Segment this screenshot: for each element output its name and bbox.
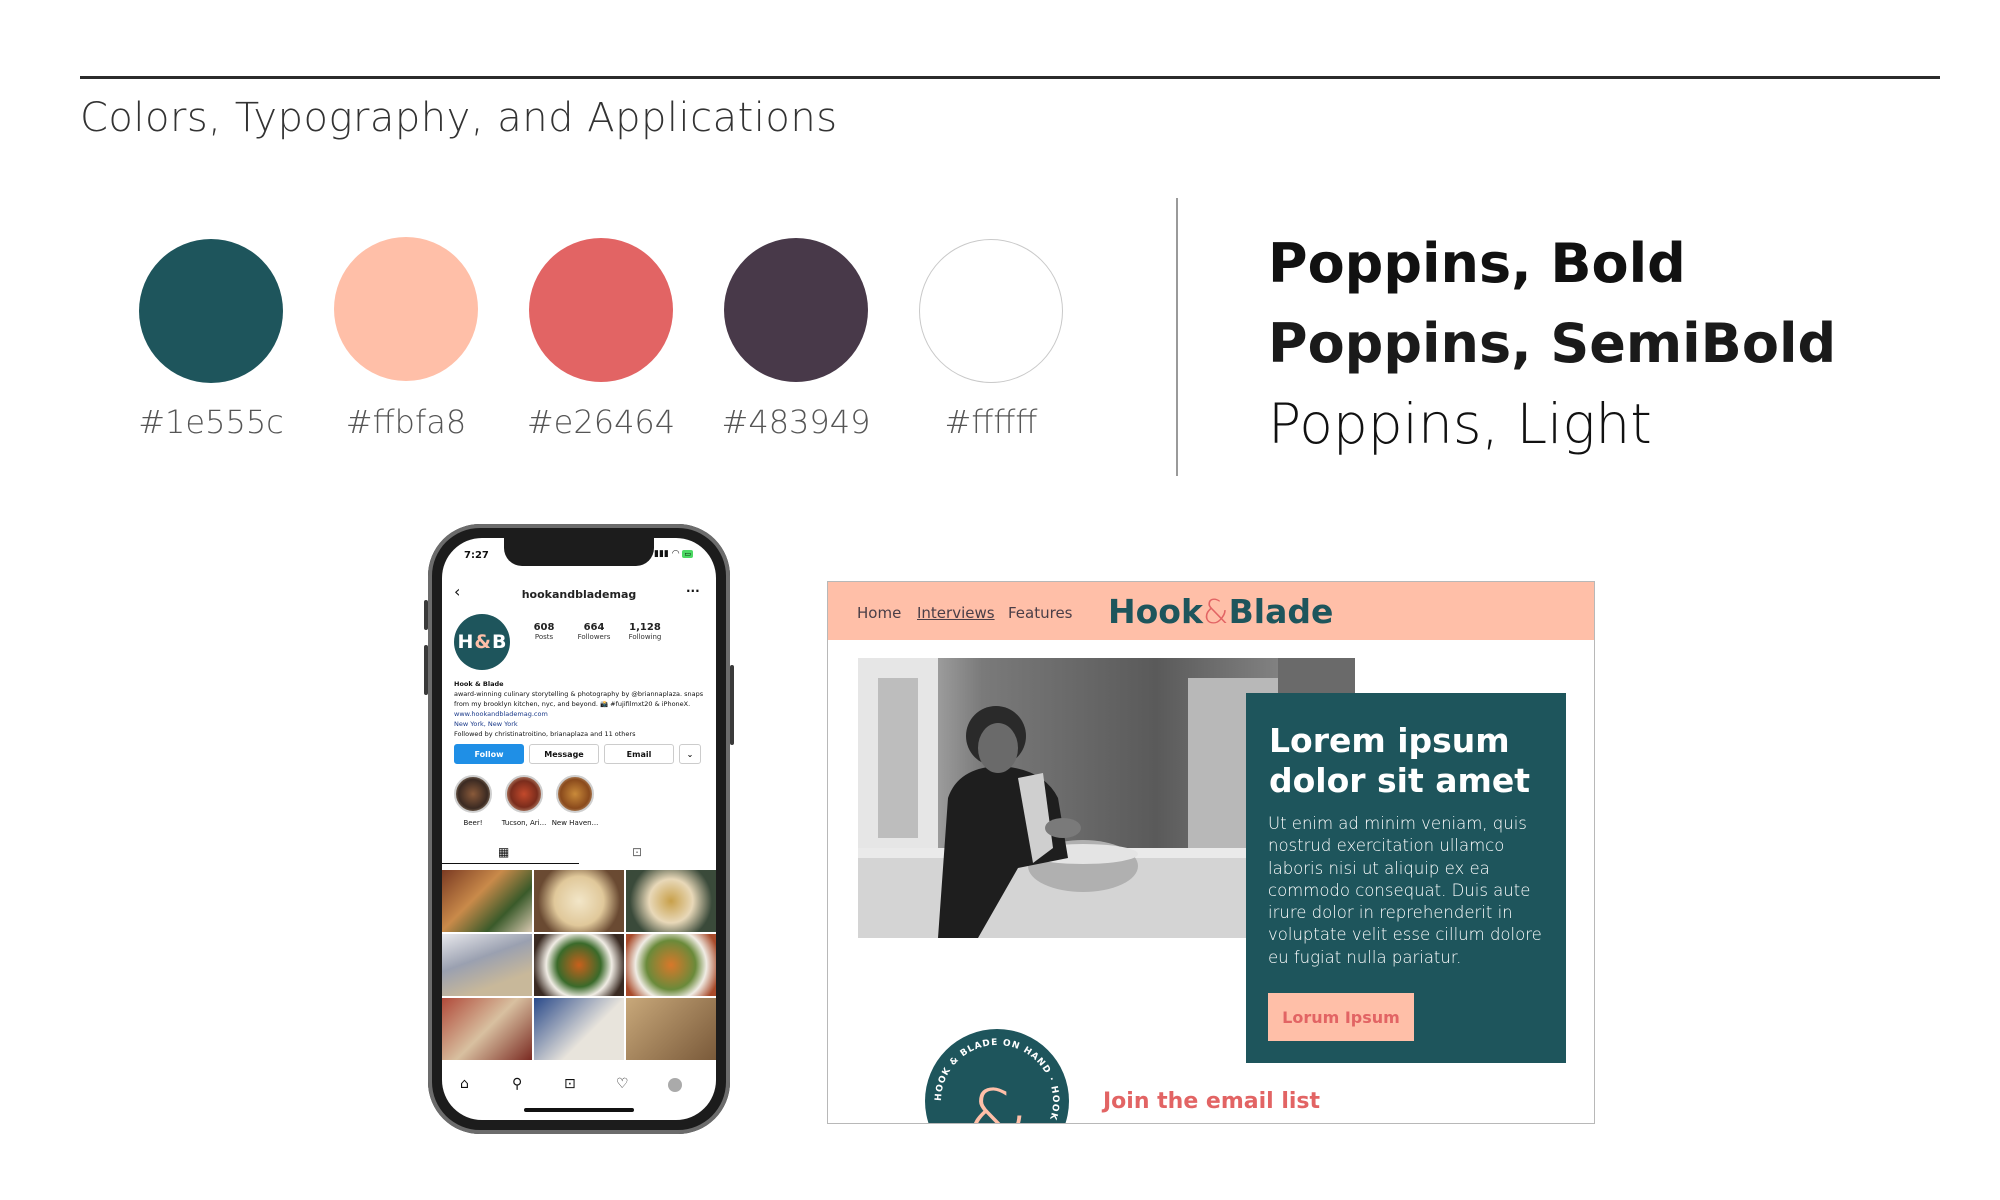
follow-button[interactable]: Follow <box>454 744 524 764</box>
page-title: Colors, Typography, and Applications <box>80 95 838 141</box>
more-options-icon[interactable]: ··· <box>686 584 700 598</box>
stat-posts-label: Posts <box>534 633 554 641</box>
site-nav-bar: Home Interviews Features Hook&Blade <box>828 582 1594 640</box>
instagram-screen: 7:27 ▮▮▮ ◠ ▭ ‹ hookandblademag ··· H & B 6… <box>442 538 716 1120</box>
bio-line: from my brooklyn kitchen, nyc, and beyon… <box>454 700 691 708</box>
grid-photo[interactable] <box>442 870 532 932</box>
status-icons: ▮▮▮ ◠ ▭ <box>654 549 694 559</box>
suggested-chevron-icon[interactable]: ⌄ <box>679 744 701 764</box>
bio-followed-by[interactable]: Followed by christinatroitino, brianapla… <box>454 729 704 739</box>
status-time: 7:27 <box>464 550 489 561</box>
photo-grid <box>442 870 716 1060</box>
highlight-beer[interactable] <box>454 775 492 813</box>
phone-power-button <box>730 665 734 745</box>
card-heading: Lorem ipsum dolor sit amet <box>1269 721 1531 800</box>
site-logo[interactable]: Hook&Blade <box>1108 592 1333 631</box>
grid-photo[interactable] <box>534 934 624 996</box>
heart-icon[interactable]: ♡ <box>616 1076 629 1092</box>
avatar-ampersand: & <box>474 631 491 653</box>
feature-card: Lorem ipsum dolor sit amet Ut enim ad mi… <box>1246 693 1566 1063</box>
swatch-label-peach: #ffbfa8 <box>345 403 467 441</box>
bio-location[interactable]: New York, New York <box>454 719 704 729</box>
badge-ampersand-icon: & <box>966 1073 1028 1124</box>
swatch-plum <box>724 238 868 382</box>
phone-mockup: 7:27 ▮▮▮ ◠ ▭ ‹ hookandblademag ··· H & B 6… <box>428 524 730 1134</box>
grid-view-icon[interactable]: ▦ <box>498 845 509 859</box>
swatch-label-teal: #1e555c <box>138 403 284 441</box>
profile-bio: Hook & Blade award-winning culinary stor… <box>454 679 704 739</box>
nav-interviews-link[interactable]: Interviews <box>917 604 995 622</box>
card-cta-button[interactable]: Lorum Ipsum <box>1268 993 1414 1041</box>
nav-home-link[interactable]: Home <box>857 604 901 622</box>
grid-photo[interactable] <box>442 998 532 1060</box>
bottom-tab-bar: ⌂ ⚲ ⊡ ♡ <box>442 1068 716 1108</box>
profile-username: hookandblademag <box>521 588 637 601</box>
stat-followers[interactable]: 664 Followers <box>569 622 619 641</box>
website-mockup: Home Interviews Features Hook&Blade Lore… <box>827 581 1595 1124</box>
swatch-white <box>919 239 1063 383</box>
section-divider <box>1176 198 1178 476</box>
swatch-teal <box>139 239 283 383</box>
highlight-tucson[interactable] <box>505 775 543 813</box>
home-indicator <box>524 1108 634 1112</box>
grid-photo[interactable] <box>534 998 624 1060</box>
join-email-link[interactable]: Join the email list <box>1103 1089 1320 1114</box>
search-icon[interactable]: ⚲ <box>512 1076 522 1092</box>
font-sample-semibold: Poppins, SemiBold <box>1268 312 1837 375</box>
grid-photo[interactable] <box>442 934 532 996</box>
highlight-label: New Haven... <box>551 819 599 827</box>
card-body-text: Ut enim ad minim veniam, quis nostrud ex… <box>1268 814 1542 967</box>
stat-following-value: 1,128 <box>629 622 661 633</box>
stat-following[interactable]: 1,128 Following <box>620 622 670 641</box>
top-divider <box>80 76 1940 79</box>
stat-followers-value: 664 <box>583 622 605 633</box>
grid-photo[interactable] <box>626 934 716 996</box>
bio-name: Hook & Blade <box>454 680 504 688</box>
active-tab-underline <box>442 863 579 864</box>
logo-ampersand: & <box>1202 592 1229 631</box>
on-hand-badge: HOOK & BLADE ON HAND · HOOK & BLADE ON H… <box>925 1029 1069 1124</box>
tagged-photos-icon[interactable]: ⊡ <box>632 845 642 859</box>
swatch-label-plum: #483949 <box>721 403 871 441</box>
phone-notch <box>504 538 654 566</box>
bio-line: award-winning culinary storytelling & ph… <box>454 690 704 698</box>
grid-photo[interactable] <box>626 998 716 1060</box>
highlight-new-haven[interactable] <box>556 775 594 813</box>
badge-circle-text: HOOK & BLADE ON HAND · HOOK & BLADE ON H… <box>934 1038 1059 1124</box>
swatch-label-coral: #e26464 <box>526 403 676 441</box>
logo-word-hook: Hook <box>1108 592 1203 631</box>
nav-features-link[interactable]: Features <box>1008 604 1073 622</box>
grid-photo[interactable] <box>626 870 716 932</box>
stat-followers-label: Followers <box>577 633 611 641</box>
profile-avatar-icon[interactable] <box>668 1078 682 1092</box>
swatch-peach <box>334 237 478 381</box>
stat-following-label: Following <box>628 633 662 641</box>
message-button[interactable]: Message <box>529 744 599 764</box>
shop-bag-icon[interactable]: ⊡ <box>564 1076 576 1092</box>
avatar-letter-h: H <box>457 631 474 653</box>
grid-photo[interactable] <box>534 870 624 932</box>
avatar[interactable]: H & B <box>454 614 510 670</box>
bio-link[interactable]: www.hookandblademag.com <box>454 709 704 719</box>
avatar-letter-b: B <box>492 631 507 653</box>
email-button[interactable]: Email <box>604 744 674 764</box>
font-sample-bold: Poppins, Bold <box>1268 232 1686 295</box>
swatch-label-white: #ffffff <box>944 403 1038 441</box>
swatch-coral <box>529 238 673 382</box>
stat-posts-value: 608 <box>533 622 555 633</box>
home-icon[interactable]: ⌂ <box>460 1076 469 1092</box>
logo-word-blade: Blade <box>1228 592 1334 631</box>
stat-posts[interactable]: 608 Posts <box>519 622 569 641</box>
font-sample-light: Poppins, Light <box>1268 392 1652 456</box>
